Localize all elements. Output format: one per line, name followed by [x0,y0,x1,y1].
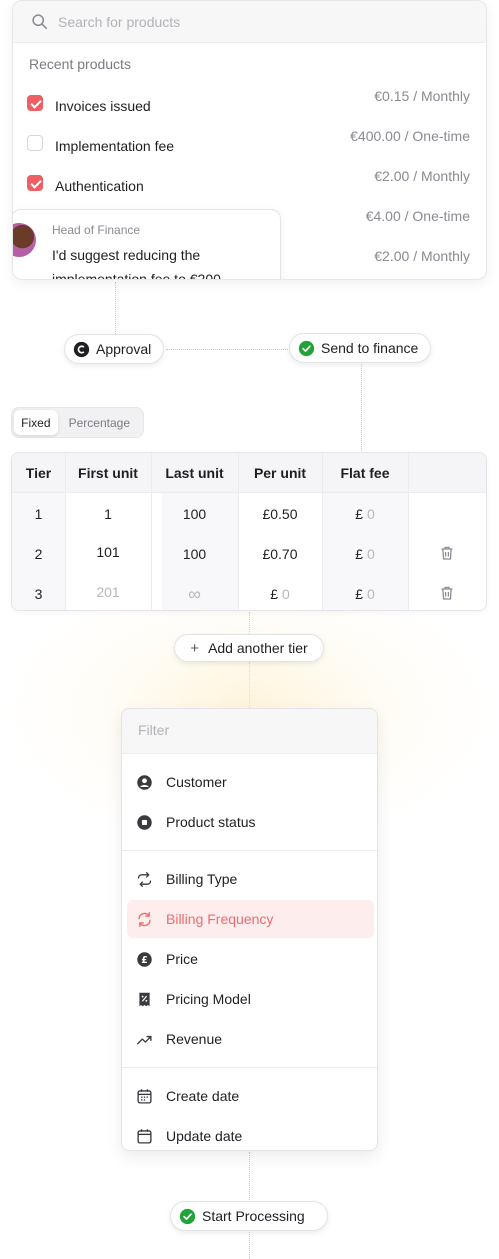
avatar [13,223,36,257]
header-last-unit: Last unit [165,465,224,481]
trending-up-icon [137,1035,152,1045]
filter-option-label: Customer [166,774,227,790]
flat-fee-input[interactable]: £ 0 [322,586,408,602]
user-circle-icon [137,775,152,790]
trash-icon[interactable] [439,545,455,561]
first-unit-input[interactable]: 1 [65,506,151,522]
refresh-icon [138,912,151,927]
filter-option-price[interactable]: £ Price [127,940,374,978]
product-price: €2.00 / Monthly [374,248,470,264]
product-price: €4.00 / One-time [365,208,470,224]
approval-label: Approval [96,341,152,357]
filter-option-update-date[interactable]: Update date [127,1117,374,1150]
receipt-percent-icon [139,992,150,1007]
trash-icon[interactable] [439,585,455,601]
product-checkbox[interactable] [27,135,43,151]
flat-fee-value: 0 [366,586,375,602]
filter-option-billing-frequency[interactable]: Billing Frequency [127,900,374,938]
header-per-unit: Per unit [253,465,307,481]
filter-option-label: Pricing Model [166,991,251,1007]
start-processing-label: Start Processing [202,1208,305,1224]
start-processing-step[interactable]: Start Processing [170,1201,328,1231]
tier-number: 3 [34,586,43,602]
filter-option-label: Update date [166,1128,243,1144]
header-flat-fee: Flat fee [340,465,390,481]
per-unit-input[interactable]: £0.50 [238,506,322,522]
add-tier-button[interactable]: + Add another tier [174,634,324,662]
calendar-grid-icon [137,1089,152,1104]
last-unit-input[interactable]: 100 [151,506,238,522]
filter-option-label: Revenue [166,1031,223,1047]
product-name: Authentication [55,178,144,194]
first-unit-input[interactable]: 201 [65,584,151,600]
flat-fee-value: 0 [366,546,375,562]
flat-fee-input[interactable]: £ 0 [322,506,408,522]
add-tier-label: Add another tier [208,640,308,656]
currency-symbol: £ [355,506,364,522]
filter-option-label: Price [166,951,198,967]
pricing-mode-toggle[interactable]: Fixed Percentage [11,407,144,438]
currency-symbol: £ [355,546,364,562]
filter-option-label: Billing Type [166,871,238,887]
search-icon [32,14,48,30]
per-unit-value: 0 [281,586,290,602]
filter-input[interactable] [138,722,338,738]
last-unit-input[interactable]: 100 [151,546,238,562]
svg-text:£: £ [141,955,148,966]
filter-option-pricing-model[interactable]: Pricing Model [127,980,374,1018]
per-unit-input[interactable]: £0.70 [238,546,322,562]
comment-text: I'd suggest reducing the implementation … [52,247,221,280]
check-circle-icon [179,1208,196,1224]
filter-option-label: Billing Frequency [166,911,274,927]
per-unit-input[interactable]: £ 0 [238,586,322,602]
search-bar[interactable] [13,1,486,43]
currency-symbol: £ [355,586,364,602]
infinity-icon: ∞ [188,584,201,604]
toggle-percentage[interactable]: Percentage [58,410,141,435]
search-input[interactable] [58,13,358,30]
product-checkbox[interactable] [27,175,43,191]
filter-option-customer[interactable]: Customer [127,763,374,801]
filter-panel: Customer Product status Billing Type Bil… [121,708,378,1151]
first-unit-input[interactable]: 101 [65,544,151,560]
product-search-card: Recent products Invoices issued €0.15 / … [12,0,487,280]
filter-option-product-status[interactable]: Product status [127,803,374,841]
product-price: €0.15 / Monthly [374,88,470,104]
product-name: Implementation fee [55,138,175,154]
flat-fee-input[interactable]: £ 0 [322,546,408,562]
filter-field[interactable] [122,709,377,754]
approval-step[interactable]: Approval [64,334,165,364]
recent-products-title: Recent products [29,56,131,72]
filter-option-revenue[interactable]: Revenue [127,1020,374,1058]
comment-author-role: Head of Finance [52,223,141,237]
toggle-fixed[interactable]: Fixed [14,410,58,435]
filter-option-label: Product status [166,814,256,830]
tier-table: Tier First unit Last unit Per unit Flat … [11,452,487,611]
flat-fee-value: 0 [366,506,375,522]
approval-icon [73,341,90,357]
product-price: €2.00 / Monthly [374,168,470,184]
plus-icon: + [190,639,200,657]
filter-option-label: Create date [166,1088,240,1104]
filter-option-create-date[interactable]: Create date [127,1077,374,1115]
tier-number: 1 [34,506,43,522]
product-checkbox[interactable] [27,95,43,111]
pound-circle-icon: £ [137,952,152,967]
send-to-finance-step[interactable]: Send to finance [289,333,432,363]
currency-symbol: £ [270,586,279,602]
stop-circle-icon [137,815,152,830]
tier-number: 2 [34,546,43,562]
repeat-icon [137,872,152,887]
filter-option-billing-type[interactable]: Billing Type [127,860,374,898]
send-to-finance-label: Send to finance [321,340,419,356]
calendar-icon [137,1129,152,1144]
comment-card: Head of Finance I'd suggest reducing the… [13,209,281,280]
product-name: Invoices issued [55,98,151,114]
header-tier: Tier [25,465,52,481]
check-circle-icon [298,340,315,356]
product-price: €400.00 / One-time [350,128,470,144]
header-first-unit: First unit [78,465,138,481]
